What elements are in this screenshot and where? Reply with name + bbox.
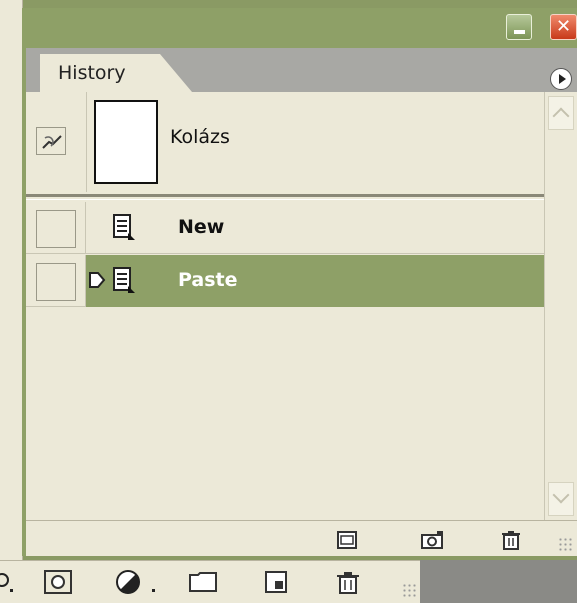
layer-style-icon[interactable]	[0, 569, 16, 595]
snapshot-row[interactable]: Kolázs	[26, 92, 544, 192]
close-icon: ✕	[555, 16, 572, 37]
scroll-down-button[interactable]	[548, 482, 574, 516]
tab-strip: History	[26, 48, 577, 92]
history-source-checkbox[interactable]	[36, 210, 76, 248]
row-divider	[85, 202, 86, 254]
history-brush-icon	[42, 135, 62, 149]
tab-history-label: History	[58, 62, 126, 84]
delete-layer-icon[interactable]	[334, 569, 362, 595]
minimize-button[interactable]	[506, 14, 532, 40]
palette-titlebar[interactable]: ✕	[22, 8, 577, 42]
add-mask-icon[interactable]	[42, 569, 74, 595]
history-list: Kolázs New Paste	[26, 92, 544, 520]
vertical-scrollbar[interactable]	[544, 92, 577, 520]
palette-body: History Kolázs New Paste	[26, 48, 577, 556]
toolbar-grip[interactable]	[402, 583, 418, 599]
document-icon	[113, 267, 135, 293]
adjustment-layer-icon[interactable]	[114, 569, 160, 595]
scroll-up-button[interactable]	[548, 96, 574, 130]
new-document-from-state-icon[interactable]	[336, 529, 358, 551]
history-palette: ✕ History Kolázs New Paste	[22, 8, 577, 556]
close-button[interactable]: ✕	[550, 14, 577, 40]
history-state-slider-icon[interactable]	[88, 271, 106, 289]
new-group-icon[interactable]	[188, 569, 218, 595]
minimize-icon	[514, 30, 525, 34]
history-brush-source-toggle[interactable]	[36, 127, 66, 155]
layers-toolbar	[0, 560, 420, 603]
document-icon	[113, 214, 135, 240]
palette-menu-button[interactable]	[550, 68, 572, 90]
snapshot-separator	[26, 194, 544, 200]
history-source-checkbox[interactable]	[36, 263, 76, 301]
thumb-divider	[86, 92, 87, 192]
history-item-new[interactable]: New	[26, 202, 544, 254]
history-item-label: New	[178, 216, 225, 238]
resize-grip[interactable]	[558, 537, 574, 553]
tab-history[interactable]: History	[40, 54, 192, 92]
create-snapshot-icon[interactable]	[420, 529, 446, 551]
row-divider	[85, 255, 86, 307]
delete-state-icon[interactable]	[500, 529, 522, 551]
history-item-paste[interactable]: Paste	[26, 255, 544, 307]
row-highlight	[86, 202, 544, 254]
snapshot-thumbnail	[94, 100, 158, 184]
app-background	[0, 0, 23, 560]
row-highlight	[86, 255, 544, 307]
app-background-right	[420, 560, 577, 603]
new-layer-icon[interactable]	[262, 569, 290, 595]
snapshot-label: Kolázs	[170, 126, 230, 148]
palette-bottom-bar	[26, 520, 577, 556]
history-item-label: Paste	[178, 269, 238, 291]
